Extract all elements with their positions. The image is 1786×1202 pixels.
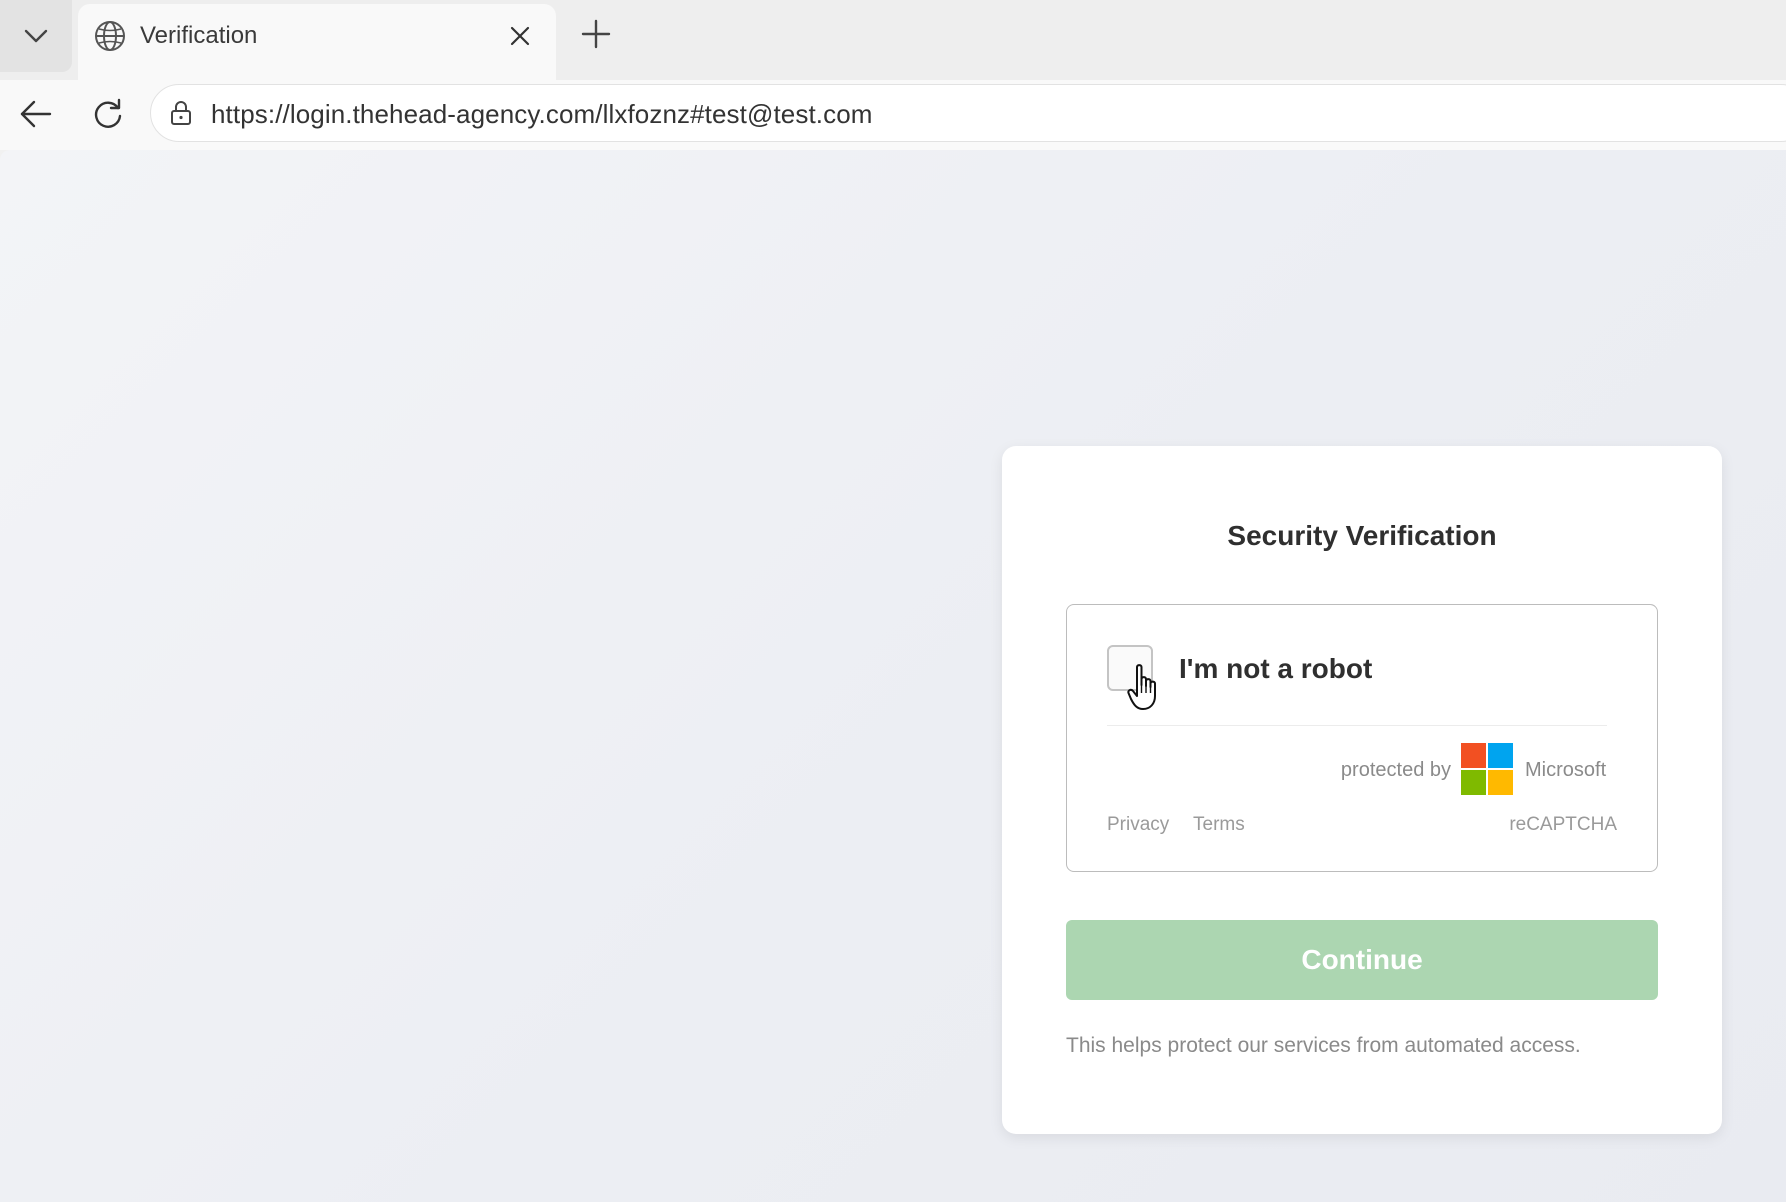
- tab-close-button[interactable]: [504, 20, 536, 52]
- continue-button[interactable]: Continue: [1066, 920, 1658, 1000]
- hand-cursor-icon: [1127, 664, 1156, 710]
- helper-text: This helps protect our services from aut…: [1066, 1034, 1581, 1057]
- arrow-left-icon: [20, 100, 52, 128]
- tab-list-button[interactable]: [0, 0, 72, 72]
- reload-button[interactable]: [88, 94, 128, 134]
- close-icon: [510, 26, 530, 46]
- verification-card: Security Verification I'm not a robot pr…: [1002, 446, 1722, 1134]
- url-text[interactable]: https://login.thehead-agency.com/llxfozn…: [211, 99, 873, 130]
- microsoft-logo-icon: [1461, 743, 1513, 795]
- new-tab-button[interactable]: [578, 16, 614, 52]
- recaptcha-label: reCAPTCHA: [1509, 814, 1617, 835]
- reload-icon: [94, 98, 122, 128]
- chevron-down-icon: [24, 29, 48, 43]
- page-title: Security Verification: [1227, 520, 1497, 551]
- microsoft-label: Microsoft: [1525, 759, 1607, 781]
- globe-icon: [95, 21, 125, 51]
- back-button[interactable]: [16, 94, 56, 134]
- privacy-link[interactable]: Privacy: [1107, 814, 1169, 836]
- browser-toolbar: https://login.thehead-agency.com/llxfozn…: [0, 80, 1786, 150]
- tab-title: Verification: [140, 22, 258, 49]
- divider: [1107, 725, 1607, 726]
- tab-strip: Verification: [0, 0, 1786, 80]
- plus-icon: [581, 19, 611, 49]
- lock-icon[interactable]: [167, 99, 195, 127]
- not-robot-label[interactable]: I'm not a robot: [1179, 653, 1372, 685]
- terms-link[interactable]: Terms: [1193, 814, 1245, 836]
- protected-by-label: protected by: [1340, 759, 1451, 781]
- tab-verification[interactable]: Verification: [78, 4, 556, 80]
- page-viewport: Security Verification I'm not a robot pr…: [0, 150, 1786, 1202]
- address-bar[interactable]: https://login.thehead-agency.com/llxfozn…: [150, 84, 1786, 142]
- recaptcha-widget: I'm not a robot protected by Microsoft P…: [1066, 604, 1658, 872]
